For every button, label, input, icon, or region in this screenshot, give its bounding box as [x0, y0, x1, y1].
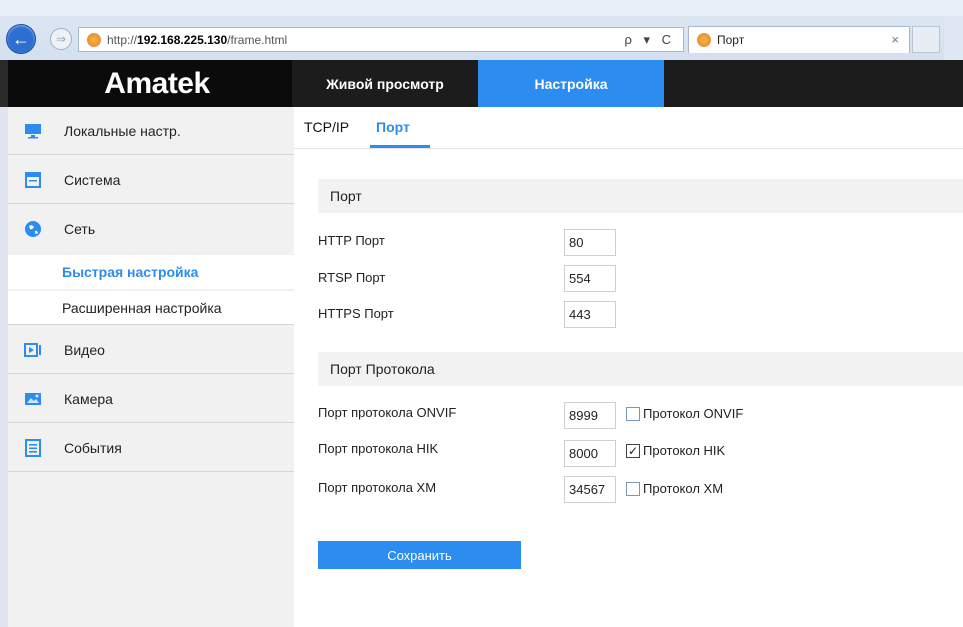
xm-checkbox-label: Протокол XM: [643, 481, 724, 496]
page-favicon-icon: [87, 32, 101, 47]
xm-port-input[interactable]: [564, 476, 616, 503]
sidebar-item-events[interactable]: События: [8, 424, 294, 472]
xm-protocol-toggle[interactable]: Протокол XM: [626, 481, 723, 496]
xm-checkbox[interactable]: [626, 481, 640, 496]
forward-arrow-icon[interactable]: ⇒: [50, 28, 72, 50]
onvif-port-input[interactable]: [564, 402, 616, 429]
hik-port-label: Порт протокола HIK: [318, 441, 439, 456]
video-icon: [24, 342, 42, 358]
sidebar-item-camera[interactable]: Камера: [8, 375, 294, 423]
sidebar-item-local[interactable]: Локальные настр.: [8, 107, 294, 155]
url-text: http://192.168.225.130/frame.html: [107, 33, 287, 47]
sidebar-subitem-advanced-setup[interactable]: Расширенная настройка: [8, 291, 294, 325]
monitor-icon: [24, 123, 42, 139]
tab-favicon-icon: [697, 33, 711, 47]
onvif-checkbox-label: Протокол ONVIF: [643, 406, 744, 421]
sidebar-edge: [0, 107, 8, 627]
back-arrow-icon[interactable]: ←: [6, 24, 36, 54]
main-content: TCP/IP Порт Порт HTTP Порт RTSP Порт HTT…: [294, 107, 963, 627]
browser-tab[interactable]: Порт ×: [688, 26, 910, 53]
sidebar-item-label: Сеть: [64, 221, 96, 237]
hik-checkbox[interactable]: ✓: [626, 443, 640, 458]
onvif-checkbox[interactable]: [626, 406, 640, 421]
window-edge: [944, 16, 963, 60]
header-edge: [0, 60, 8, 107]
brand-logo: Amatek: [104, 66, 210, 100]
tab-title: Порт: [717, 33, 745, 47]
section-protocol-title: Порт Протокола: [318, 352, 963, 386]
nav-settings[interactable]: Настройка: [478, 60, 664, 107]
sidebar-subitem-quick-setup[interactable]: Быстрая настройка: [8, 255, 294, 289]
top-nav: Живой просмотр Настройка: [292, 60, 664, 107]
rtsp-port-label: RTSP Порт: [318, 270, 386, 285]
image-icon: [24, 391, 42, 407]
onvif-protocol-toggle[interactable]: Протокол ONVIF: [626, 406, 743, 421]
rtsp-port-input[interactable]: [564, 265, 616, 292]
app-header: Amatek Живой просмотр Настройка: [0, 60, 963, 107]
sidebar-item-label: Видео: [64, 341, 105, 358]
logo-area: Amatek: [8, 60, 292, 107]
save-button[interactable]: Сохранить: [318, 541, 521, 569]
onvif-port-label: Порт протокола ONVIF: [318, 405, 457, 420]
tab-tcpip[interactable]: TCP/IP: [304, 119, 349, 135]
sidebar-item-system[interactable]: Система: [8, 156, 294, 204]
new-tab-button[interactable]: [912, 26, 940, 53]
sidebar-item-label: События: [64, 439, 122, 456]
url-path: /frame.html: [227, 32, 288, 47]
tab-port[interactable]: Порт: [376, 119, 410, 135]
sidebar-item-network[interactable]: Сеть: [8, 205, 294, 253]
sub-tabs: TCP/IP Порт: [294, 107, 963, 149]
browser-chrome: ← ⇒ http://192.168.225.130/frame.html ρ …: [0, 0, 963, 60]
close-icon[interactable]: ×: [891, 32, 899, 47]
search-refresh-icons[interactable]: ρ ▾ C: [624, 32, 675, 48]
hik-protocol-toggle[interactable]: ✓ Протокол HIK: [626, 443, 725, 458]
title-bar: [0, 0, 963, 16]
hik-checkbox-label: Протокол HIK: [643, 443, 726, 458]
sidebar-item-label: Камера: [64, 390, 113, 407]
xm-port-label: Порт протокола XM: [318, 480, 437, 495]
url-host: 192.168.225.130: [137, 32, 228, 47]
globe-icon: [24, 221, 42, 237]
hik-port-input[interactable]: [564, 440, 616, 467]
address-bar[interactable]: http://192.168.225.130/frame.html ρ ▾ C: [78, 27, 684, 52]
https-port-label: HTTPS Порт: [318, 306, 394, 321]
section-port-title: Порт: [318, 179, 963, 213]
http-port-input[interactable]: [564, 229, 616, 256]
active-tab-indicator: [370, 145, 430, 148]
system-icon: [24, 171, 42, 188]
sidebar-item-label: Локальные настр.: [64, 122, 181, 139]
https-port-input[interactable]: [564, 301, 616, 328]
sidebar: Локальные настр. Система Сеть Быстрая на…: [0, 107, 294, 627]
url-prefix: http://: [107, 32, 138, 47]
sidebar-item-label: Система: [64, 171, 121, 188]
nav-live-view[interactable]: Живой просмотр: [292, 60, 478, 107]
http-port-label: HTTP Порт: [318, 233, 385, 248]
events-icon: [24, 438, 42, 457]
sidebar-item-video[interactable]: Видео: [8, 326, 294, 374]
